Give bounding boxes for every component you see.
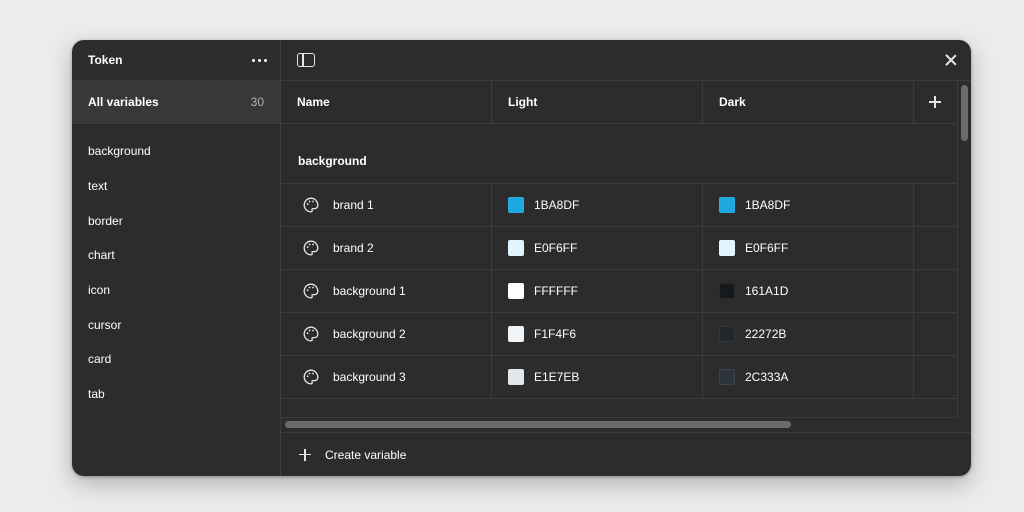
dark-value-cell[interactable]: 161A1D bbox=[703, 270, 914, 312]
light-value-cell[interactable]: E0F6FF bbox=[492, 227, 703, 269]
dark-color-swatch[interactable] bbox=[719, 283, 735, 299]
table-row[interactable]: background 1 FFFFFF 161A1D bbox=[281, 270, 957, 313]
palette-icon bbox=[303, 283, 319, 299]
variable-name-cell[interactable]: background 3 bbox=[281, 356, 492, 398]
column-header-name[interactable]: Name bbox=[281, 81, 492, 123]
variable-name-cell[interactable]: brand 1 bbox=[281, 184, 492, 226]
empty-cell bbox=[914, 356, 956, 398]
sidebar-item-group[interactable]: tab bbox=[72, 377, 280, 412]
sidebar-item-group[interactable]: background bbox=[72, 134, 280, 169]
dark-hex-value: 1BA8DF bbox=[745, 198, 791, 212]
more-options-icon[interactable] bbox=[248, 49, 270, 71]
table-header: Name Light Dark bbox=[281, 81, 957, 124]
light-hex-value: E1E7EB bbox=[534, 370, 580, 384]
variable-name-cell[interactable]: brand 2 bbox=[281, 227, 492, 269]
plus-icon bbox=[299, 448, 311, 461]
light-value-cell[interactable]: 1BA8DF bbox=[492, 184, 703, 226]
sidebar-header: Token bbox=[72, 40, 280, 81]
sidebar-item-group[interactable]: card bbox=[72, 342, 280, 377]
empty-cell bbox=[914, 313, 956, 355]
horizontal-scroll-thumb[interactable] bbox=[285, 421, 791, 428]
sidebar-item-group[interactable]: cursor bbox=[72, 307, 280, 342]
dark-color-swatch[interactable] bbox=[719, 240, 735, 256]
variable-name: brand 1 bbox=[333, 198, 374, 212]
main-area: Name Light Dark background brand 1 1BA8DF… bbox=[281, 40, 971, 476]
table-row[interactable]: brand 2 E0F6FF E0F6FF bbox=[281, 227, 957, 270]
table-row[interactable]: brand 1 1BA8DF 1BA8DF bbox=[281, 184, 957, 227]
dark-value-cell[interactable]: 2C333A bbox=[703, 356, 914, 398]
palette-icon bbox=[303, 240, 319, 256]
light-hex-value: E0F6FF bbox=[534, 241, 578, 255]
light-value-cell[interactable]: FFFFFF bbox=[492, 270, 703, 312]
light-value-cell[interactable]: F1F4F6 bbox=[492, 313, 703, 355]
palette-icon bbox=[303, 369, 319, 385]
plus-icon bbox=[929, 96, 941, 108]
variables-panel: Token All variables 30 background text b… bbox=[72, 40, 971, 476]
variable-name: background 3 bbox=[333, 370, 406, 384]
light-hex-value: FFFFFF bbox=[534, 284, 578, 298]
light-value-cell[interactable]: E1E7EB bbox=[492, 356, 703, 398]
dark-color-swatch[interactable] bbox=[719, 369, 735, 385]
all-variables-count: 30 bbox=[250, 95, 264, 109]
empty-cell bbox=[914, 270, 956, 312]
variable-name: brand 2 bbox=[333, 241, 374, 255]
sidebar-toggle-icon[interactable] bbox=[297, 53, 315, 67]
variable-name: background 1 bbox=[333, 284, 406, 298]
sidebar-item-group[interactable]: border bbox=[72, 203, 280, 238]
column-header-light[interactable]: Light bbox=[492, 81, 703, 123]
empty-cell bbox=[914, 227, 956, 269]
top-bar bbox=[281, 40, 971, 81]
dark-hex-value: E0F6FF bbox=[745, 241, 789, 255]
sidebar-item-all-variables[interactable]: All variables 30 bbox=[72, 81, 280, 124]
dark-color-swatch[interactable] bbox=[719, 326, 735, 342]
table-row[interactable]: background 3 E1E7EB 2C333A bbox=[281, 356, 957, 399]
empty-cell bbox=[914, 184, 956, 226]
light-hex-value: F1F4F6 bbox=[534, 327, 577, 341]
table-body: brand 1 1BA8DF 1BA8DF brand 2 E0F6FF E0F6FF ba… bbox=[281, 184, 957, 399]
collection-title: Token bbox=[88, 53, 123, 67]
table-row[interactable]: background 2 F1F4F6 22272B bbox=[281, 313, 957, 356]
palette-icon bbox=[303, 197, 319, 213]
dark-hex-value: 2C333A bbox=[745, 370, 789, 384]
group-heading: background bbox=[281, 124, 957, 184]
horizontal-scrollbar[interactable] bbox=[281, 417, 957, 431]
close-icon[interactable] bbox=[943, 52, 959, 68]
sidebar: Token All variables 30 background text b… bbox=[72, 40, 281, 476]
group-list: background text border chart icon cursor… bbox=[72, 124, 280, 412]
variable-name-cell[interactable]: background 1 bbox=[281, 270, 492, 312]
variable-name-cell[interactable]: background 2 bbox=[281, 313, 492, 355]
create-variable-label: Create variable bbox=[325, 447, 407, 462]
light-color-swatch[interactable] bbox=[508, 283, 524, 299]
sidebar-item-group[interactable]: chart bbox=[72, 238, 280, 273]
dark-value-cell[interactable]: 1BA8DF bbox=[703, 184, 914, 226]
column-header-dark[interactable]: Dark bbox=[703, 81, 914, 123]
dark-value-cell[interactable]: E0F6FF bbox=[703, 227, 914, 269]
dark-value-cell[interactable]: 22272B bbox=[703, 313, 914, 355]
vertical-scroll-thumb[interactable] bbox=[961, 85, 968, 141]
sidebar-item-group[interactable]: text bbox=[72, 169, 280, 204]
light-color-swatch[interactable] bbox=[508, 369, 524, 385]
variables-table: Name Light Dark background brand 1 1BA8DF… bbox=[281, 81, 957, 417]
dark-hex-value: 22272B bbox=[745, 327, 787, 341]
sidebar-item-group[interactable]: icon bbox=[72, 273, 280, 308]
palette-icon bbox=[303, 326, 319, 342]
dark-color-swatch[interactable] bbox=[719, 197, 735, 213]
all-variables-label: All variables bbox=[88, 95, 159, 109]
light-color-swatch[interactable] bbox=[508, 197, 524, 213]
light-color-swatch[interactable] bbox=[508, 326, 524, 342]
light-hex-value: 1BA8DF bbox=[534, 198, 580, 212]
light-color-swatch[interactable] bbox=[508, 240, 524, 256]
add-mode-button[interactable] bbox=[914, 81, 956, 123]
create-variable-button[interactable]: Create variable bbox=[281, 432, 971, 476]
dark-hex-value: 161A1D bbox=[745, 284, 789, 298]
variable-name: background 2 bbox=[333, 327, 406, 341]
vertical-scrollbar[interactable] bbox=[957, 81, 971, 417]
